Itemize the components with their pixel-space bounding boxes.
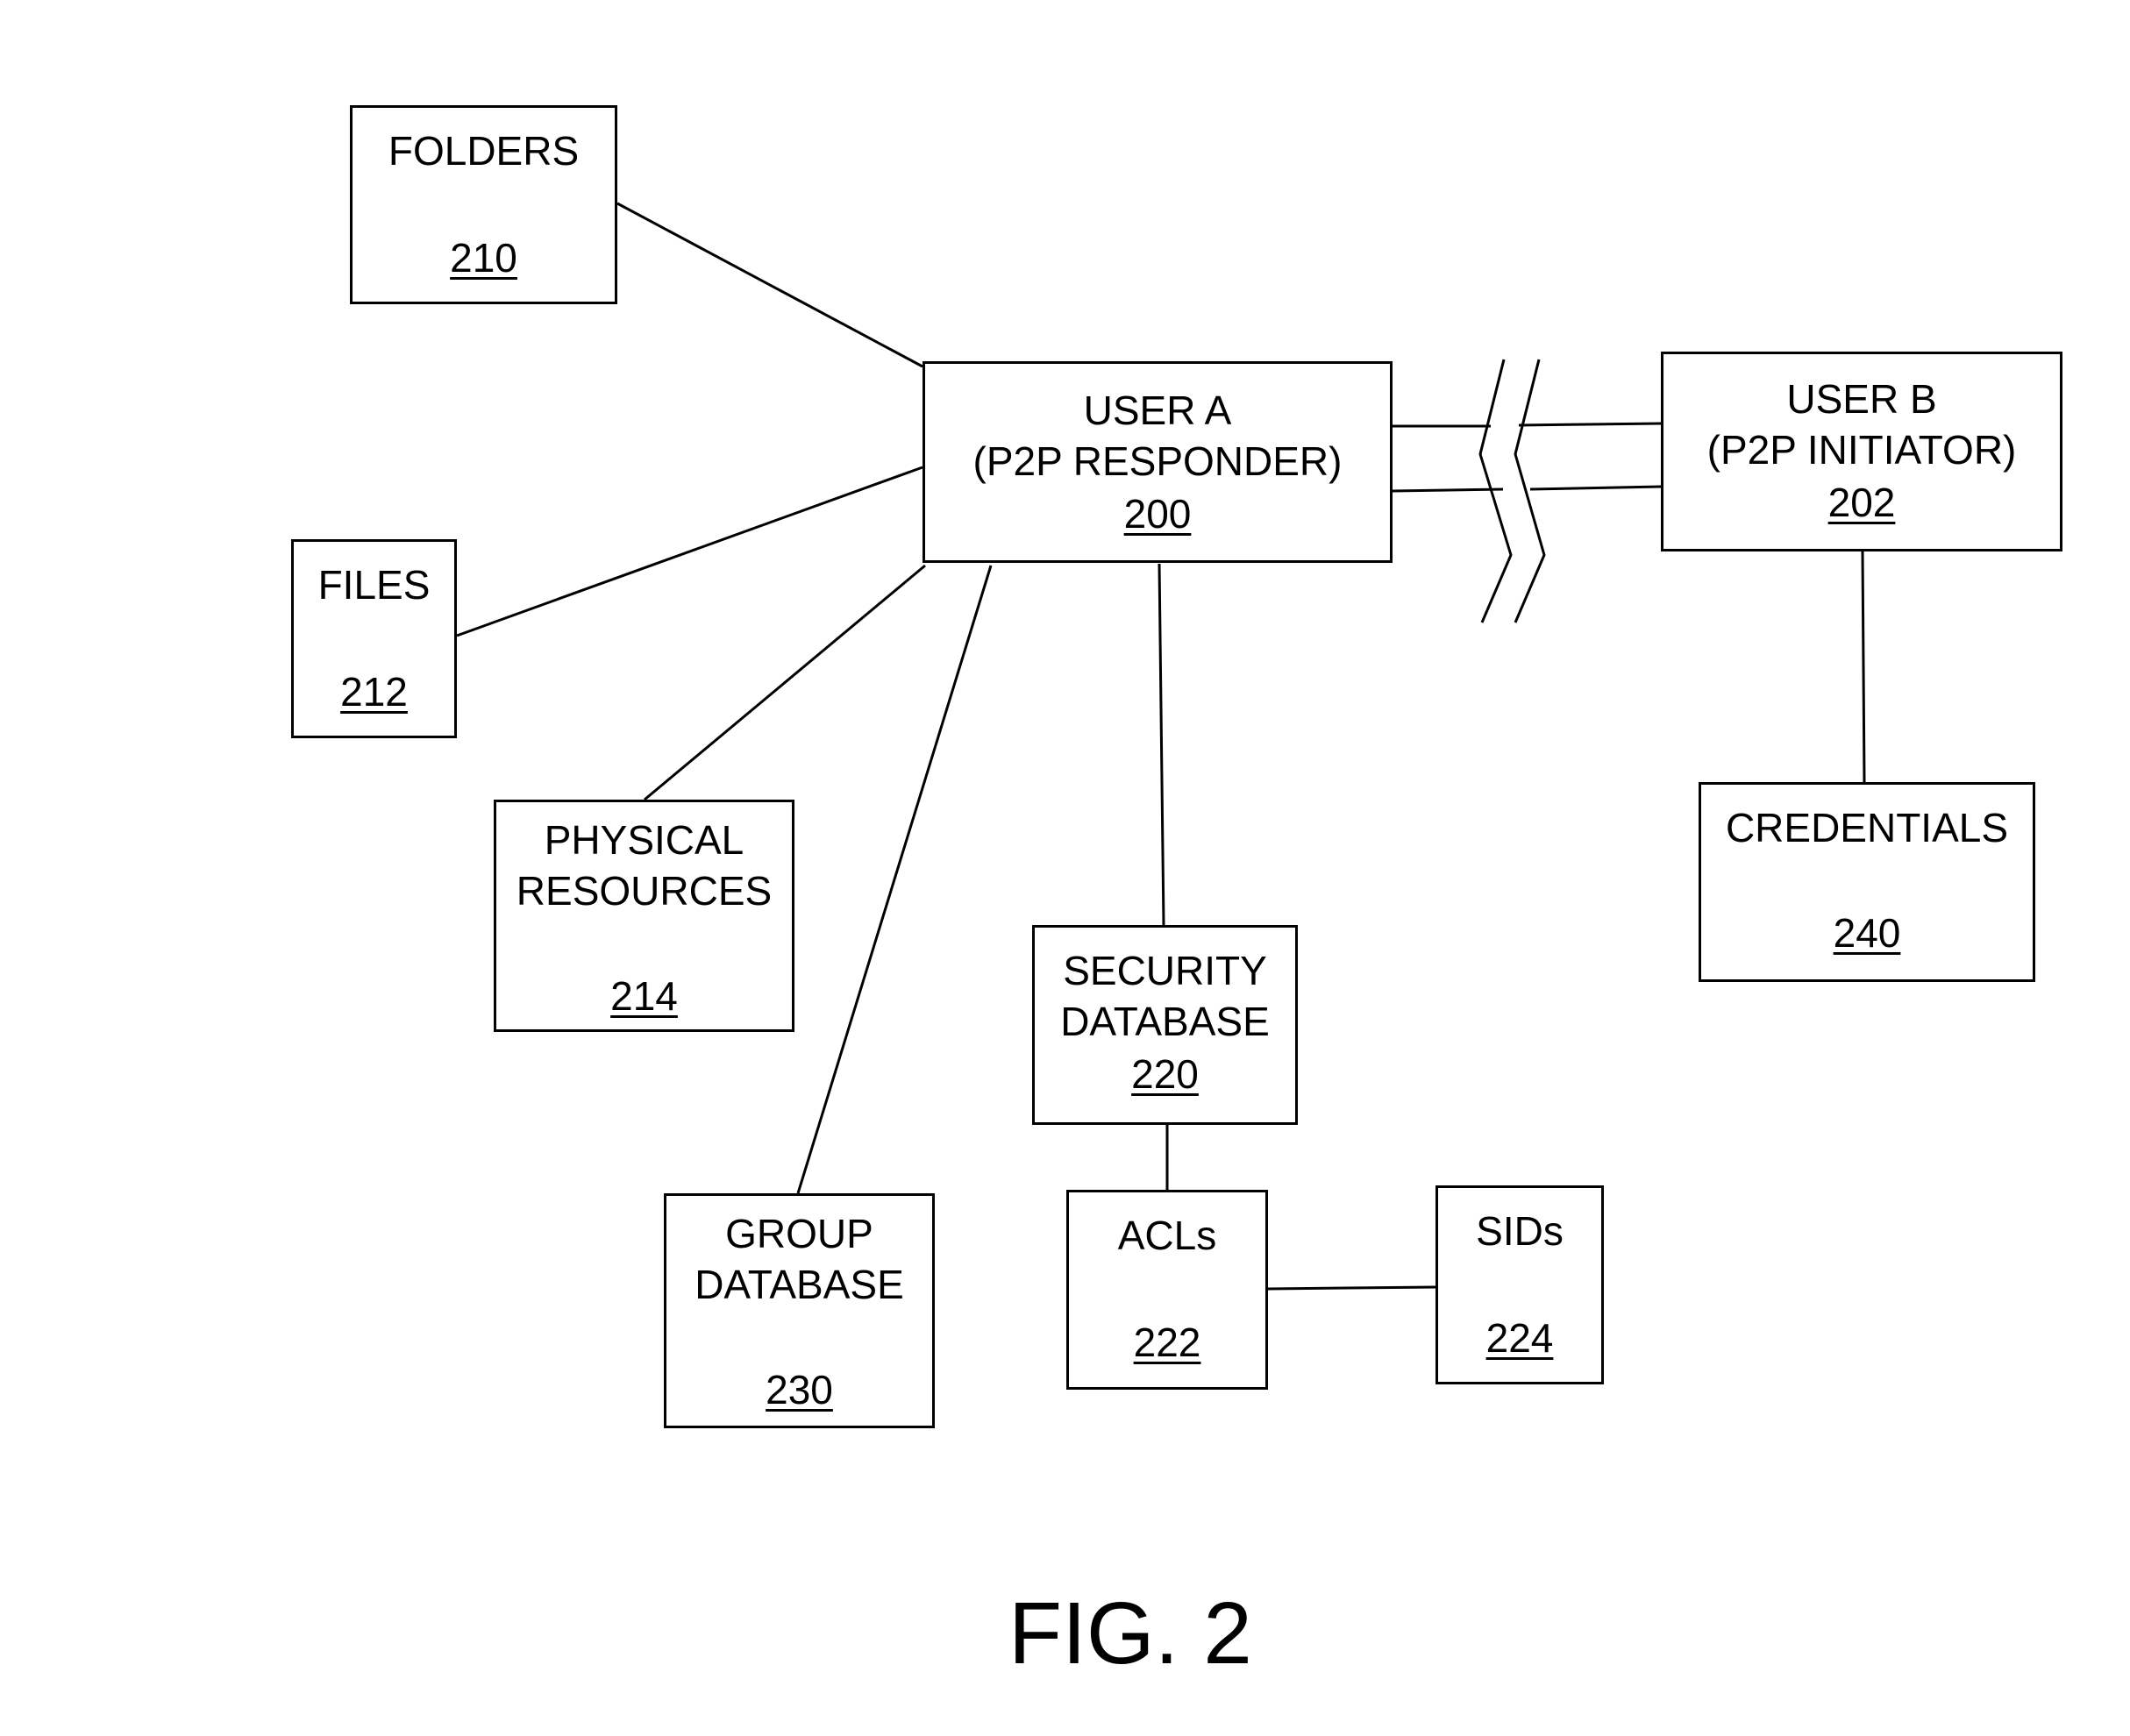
- network-link-lower-left: [1392, 487, 1504, 493]
- figure-caption: FIG. 2: [1008, 1584, 1252, 1683]
- node-user-b: USER B (P2P INITIATOR) 202: [1661, 352, 2062, 551]
- node-label: USER B (P2P INITIATOR): [1706, 376, 2017, 473]
- network-link-lower-right: [1529, 485, 1662, 491]
- node-user-a: USER A (P2P RESPONDER) 200: [923, 361, 1393, 563]
- node-ref-number: 210: [450, 235, 517, 281]
- node-label: USER A (P2P RESPONDER): [972, 388, 1343, 484]
- node-label: PHYSICAL RESOURCES: [516, 817, 773, 914]
- edge-user-a-security-db: [1158, 563, 1165, 926]
- node-label: GROUP DATABASE: [695, 1211, 904, 1307]
- node-ref-number: 230: [766, 1367, 833, 1412]
- node-ref-number: 224: [1485, 1315, 1554, 1361]
- node-ref-number: 200: [1123, 491, 1192, 537]
- node-label: SIDs: [1476, 1208, 1564, 1254]
- node-label: CREDENTIALS: [1725, 805, 2009, 850]
- break-symbol-right: [1514, 359, 1546, 623]
- node-ref-number: 212: [340, 669, 408, 715]
- node-label: ACLs: [1117, 1213, 1217, 1258]
- node-files: FILES 212: [291, 539, 457, 738]
- node-ref-number: 240: [1833, 910, 1901, 956]
- edge-user-a-folders: [616, 202, 923, 368]
- node-credentials: CREDENTIALS 240: [1699, 782, 2035, 982]
- node-acls: ACLs 222: [1066, 1190, 1268, 1390]
- edge-user-a-files: [456, 466, 923, 637]
- network-link-upper-right: [1518, 422, 1662, 427]
- node-ref-number: 214: [610, 973, 678, 1019]
- node-sids: SIDs 224: [1435, 1185, 1604, 1384]
- node-label: SECURITY DATABASE: [1060, 948, 1270, 1044]
- node-folders: FOLDERS 210: [350, 105, 617, 304]
- node-label: FOLDERS: [388, 128, 580, 174]
- edge-user-a-group-db: [796, 565, 993, 1194]
- node-physical-resources: PHYSICAL RESOURCES 214: [494, 800, 794, 1032]
- node-ref-number: 202: [1827, 480, 1896, 525]
- edge-user-a-physical: [644, 564, 926, 801]
- edge-acls-sids: [1267, 1285, 1436, 1291]
- node-ref-number: 220: [1131, 1051, 1199, 1097]
- node-ref-number: 222: [1133, 1320, 1201, 1365]
- node-group-database: GROUP DATABASE 230: [664, 1193, 935, 1428]
- node-security-database: SECURITY DATABASE 220: [1032, 925, 1298, 1125]
- break-symbol-left: [1478, 359, 1513, 623]
- edge-user-b-credentials: [1861, 551, 1866, 783]
- node-label: FILES: [317, 562, 431, 608]
